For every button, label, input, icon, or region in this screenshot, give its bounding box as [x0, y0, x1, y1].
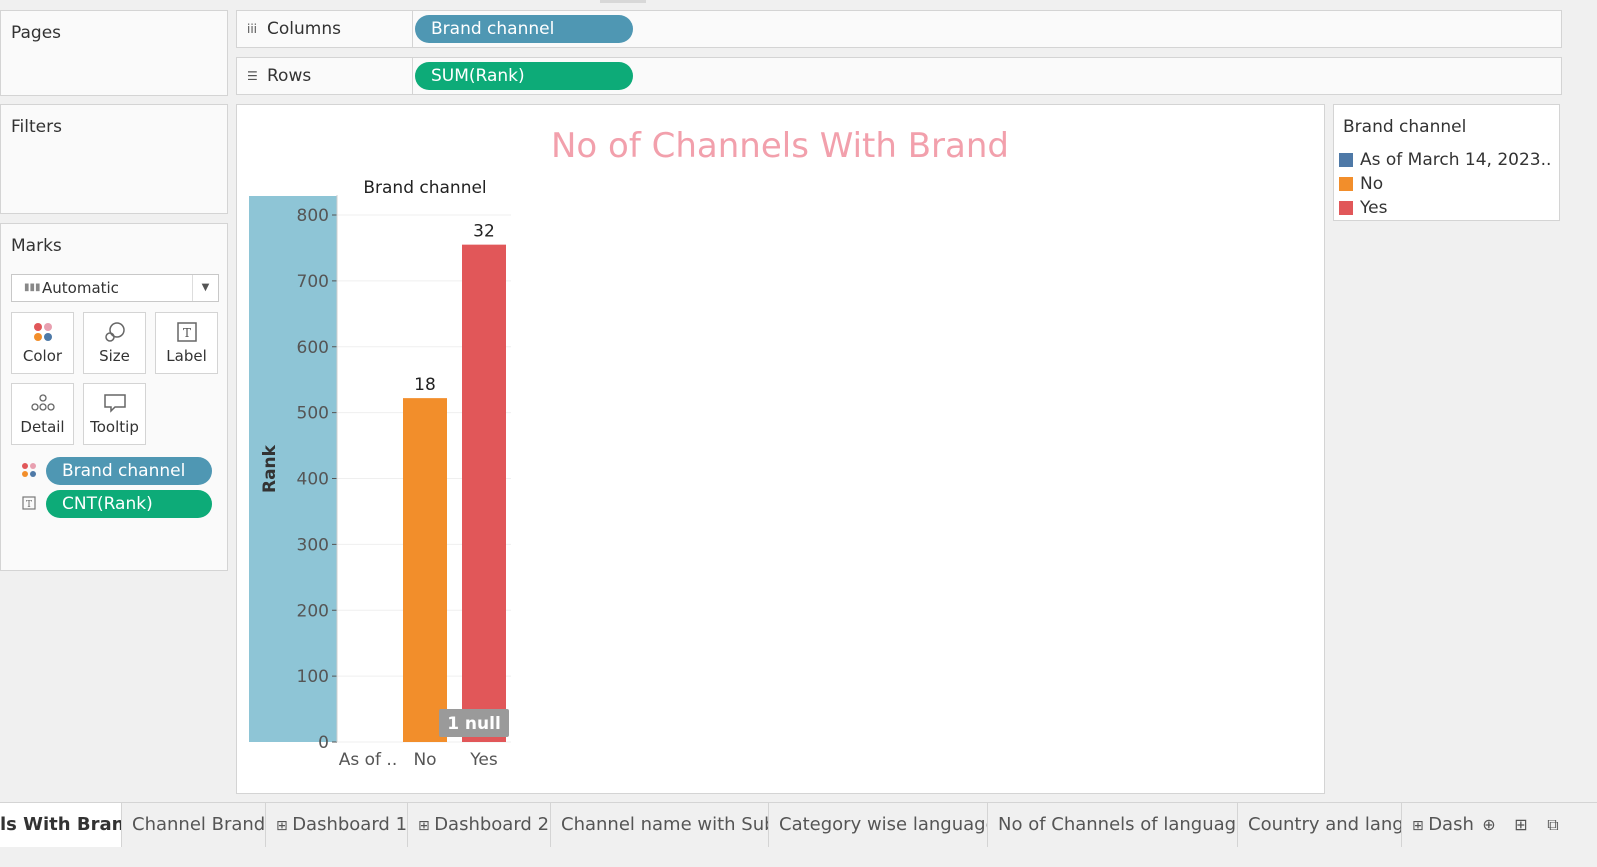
- brand-channel-pill[interactable]: Brand channel: [46, 457, 212, 485]
- columns-label-text: Columns: [267, 19, 341, 39]
- color-legend[interactable]: Brand channel As of March 14, 2023.. No …: [1333, 104, 1560, 221]
- columns-icon: iii: [247, 22, 258, 36]
- label-label: Label: [166, 347, 207, 365]
- legend-swatch: [1339, 201, 1353, 215]
- dashboard-icon: ⊞: [276, 818, 293, 834]
- columns-shelf-label: iii Columns: [237, 11, 413, 47]
- tab-label: Dashboard 1: [292, 814, 408, 835]
- filters-title: Filters: [11, 117, 62, 137]
- rows-label-text: Rows: [267, 66, 312, 86]
- mark-pill-brand-channel[interactable]: Brand channel: [21, 456, 217, 486]
- color-button[interactable]: Color: [11, 312, 74, 374]
- label-icon: T: [156, 313, 217, 347]
- detail-label: Detail: [20, 418, 65, 436]
- bar-yes: [462, 244, 506, 743]
- y-tick-label: 200: [297, 601, 329, 621]
- top-resize-grip[interactable]: [600, 0, 646, 3]
- tab-channel-brand[interactable]: Channel Brand: [122, 803, 266, 847]
- size-label: Size: [99, 347, 130, 365]
- cnt-rank-pill[interactable]: CNT(Rank): [46, 490, 212, 518]
- x-tick-label: Yes: [469, 750, 498, 770]
- legend-title: Brand channel: [1343, 117, 1467, 137]
- tab-label: Dashl: [1428, 814, 1474, 835]
- y-tick-label: 300: [297, 535, 329, 555]
- legend-swatch: [1339, 177, 1353, 191]
- marks-title: Marks: [11, 236, 62, 256]
- tooltip-label: Tooltip: [90, 418, 139, 436]
- chart-canvas: No of Channels With Brand Brand channel Ra…: [249, 126, 1009, 770]
- tab-category-wise-language[interactable]: Category wise language: [769, 803, 988, 847]
- x-tick-label: As of ..: [339, 750, 398, 770]
- y-tick-label: 600: [297, 338, 329, 358]
- new-story-icon[interactable]: ⧉: [1538, 803, 1568, 847]
- tab-channel-name-with-sub[interactable]: Channel name with Sub: [551, 803, 769, 847]
- y-tick-label: 500: [297, 404, 329, 424]
- x-tick-label: No: [413, 750, 436, 770]
- rows-icon: ☰: [247, 69, 258, 83]
- tooltip-button[interactable]: Tooltip: [83, 383, 146, 445]
- tab-label: Dashboard 2: [434, 814, 550, 835]
- tab-channels-with-brand[interactable]: ls With Brand: [0, 803, 122, 847]
- color-icon: [21, 462, 39, 480]
- size-button[interactable]: Size: [83, 312, 146, 374]
- tab-dashboard-1[interactable]: ⊞ Dashboard 1: [266, 803, 408, 847]
- pages-title: Pages: [11, 23, 62, 43]
- tooltip-icon: [84, 384, 145, 418]
- dashboard-icon: ⊞: [1412, 818, 1429, 834]
- null-indicator-label: 1 null: [447, 714, 501, 734]
- svg-text:T: T: [26, 500, 32, 510]
- filters-card[interactable]: Filters: [0, 104, 228, 214]
- bar-data-label: 18: [414, 375, 436, 395]
- svg-text:T: T: [182, 326, 190, 340]
- detail-icon: [12, 384, 73, 418]
- chart-view[interactable]: No of Channels With Brand Brand channel Ra…: [236, 104, 1325, 794]
- columns-pill-brand-channel[interactable]: Brand channel: [415, 15, 633, 43]
- y-tick-label: 800: [297, 206, 329, 226]
- legend-item-as-of[interactable]: As of March 14, 2023..: [1339, 148, 1554, 172]
- color-label: Color: [22, 347, 63, 365]
- rows-shelf-label: ☰ Rows: [237, 58, 413, 94]
- mark-pill-cnt-rank[interactable]: T CNT(Rank): [21, 489, 217, 519]
- y-tick-label: 100: [297, 667, 329, 687]
- tab-dashboard-3[interactable]: ⊞ Dashl: [1402, 803, 1474, 847]
- bar-data-label: 32: [473, 222, 495, 242]
- rows-pill-sum-rank[interactable]: SUM(Rank): [415, 62, 633, 90]
- column-header: Brand channel: [363, 178, 486, 198]
- legend-item-label: No: [1360, 174, 1384, 194]
- bar-no: [403, 398, 447, 742]
- pages-card[interactable]: Pages: [0, 10, 228, 96]
- y-tick-label: 400: [297, 470, 329, 490]
- color-icon: [12, 313, 73, 347]
- tab-dashboard-2[interactable]: ⊞ Dashboard 2: [408, 803, 551, 847]
- legend-item-no[interactable]: No: [1339, 172, 1554, 196]
- columns-shelf[interactable]: iii Columns Brand channel: [236, 10, 1562, 48]
- label-icon: T: [21, 495, 39, 513]
- chevron-down-icon[interactable]: ▼: [192, 275, 218, 301]
- legend-item-label: As of March 14, 2023..: [1360, 150, 1552, 170]
- size-icon: [84, 313, 145, 347]
- marks-card: Marks ▮▮▮ Automatic ▼ Color Size T Label…: [0, 223, 228, 571]
- label-button[interactable]: T Label: [155, 312, 218, 374]
- mark-type-value: Automatic: [42, 279, 119, 297]
- chart-title: No of Channels With Brand: [551, 126, 1009, 166]
- detail-button[interactable]: Detail: [11, 383, 74, 445]
- legend-swatch: [1339, 153, 1353, 167]
- tab-country-and-lang[interactable]: Country and lang: [1238, 803, 1402, 847]
- dashboard-icon: ⊞: [418, 818, 435, 834]
- y-tick-label: 700: [297, 272, 329, 292]
- legend-item-label: Yes: [1360, 198, 1388, 218]
- y-tick-label: 0: [318, 733, 329, 753]
- new-worksheet-icon[interactable]: ⊕: [1474, 803, 1504, 847]
- y-axis-label: Rank: [260, 444, 280, 493]
- legend-item-yes[interactable]: Yes: [1339, 196, 1554, 220]
- new-dashboard-icon[interactable]: ⊞: [1506, 803, 1536, 847]
- bar-chart-icon: ▮▮▮: [24, 282, 41, 293]
- sheet-tab-bar: ls With Brand Channel Brand ⊞ Dashboard …: [0, 802, 1597, 847]
- mark-type-dropdown[interactable]: ▮▮▮ Automatic ▼: [11, 274, 219, 302]
- rows-shelf[interactable]: ☰ Rows SUM(Rank): [236, 57, 1562, 95]
- tab-no-of-channels-of-language[interactable]: No of Channels of language: [988, 803, 1238, 847]
